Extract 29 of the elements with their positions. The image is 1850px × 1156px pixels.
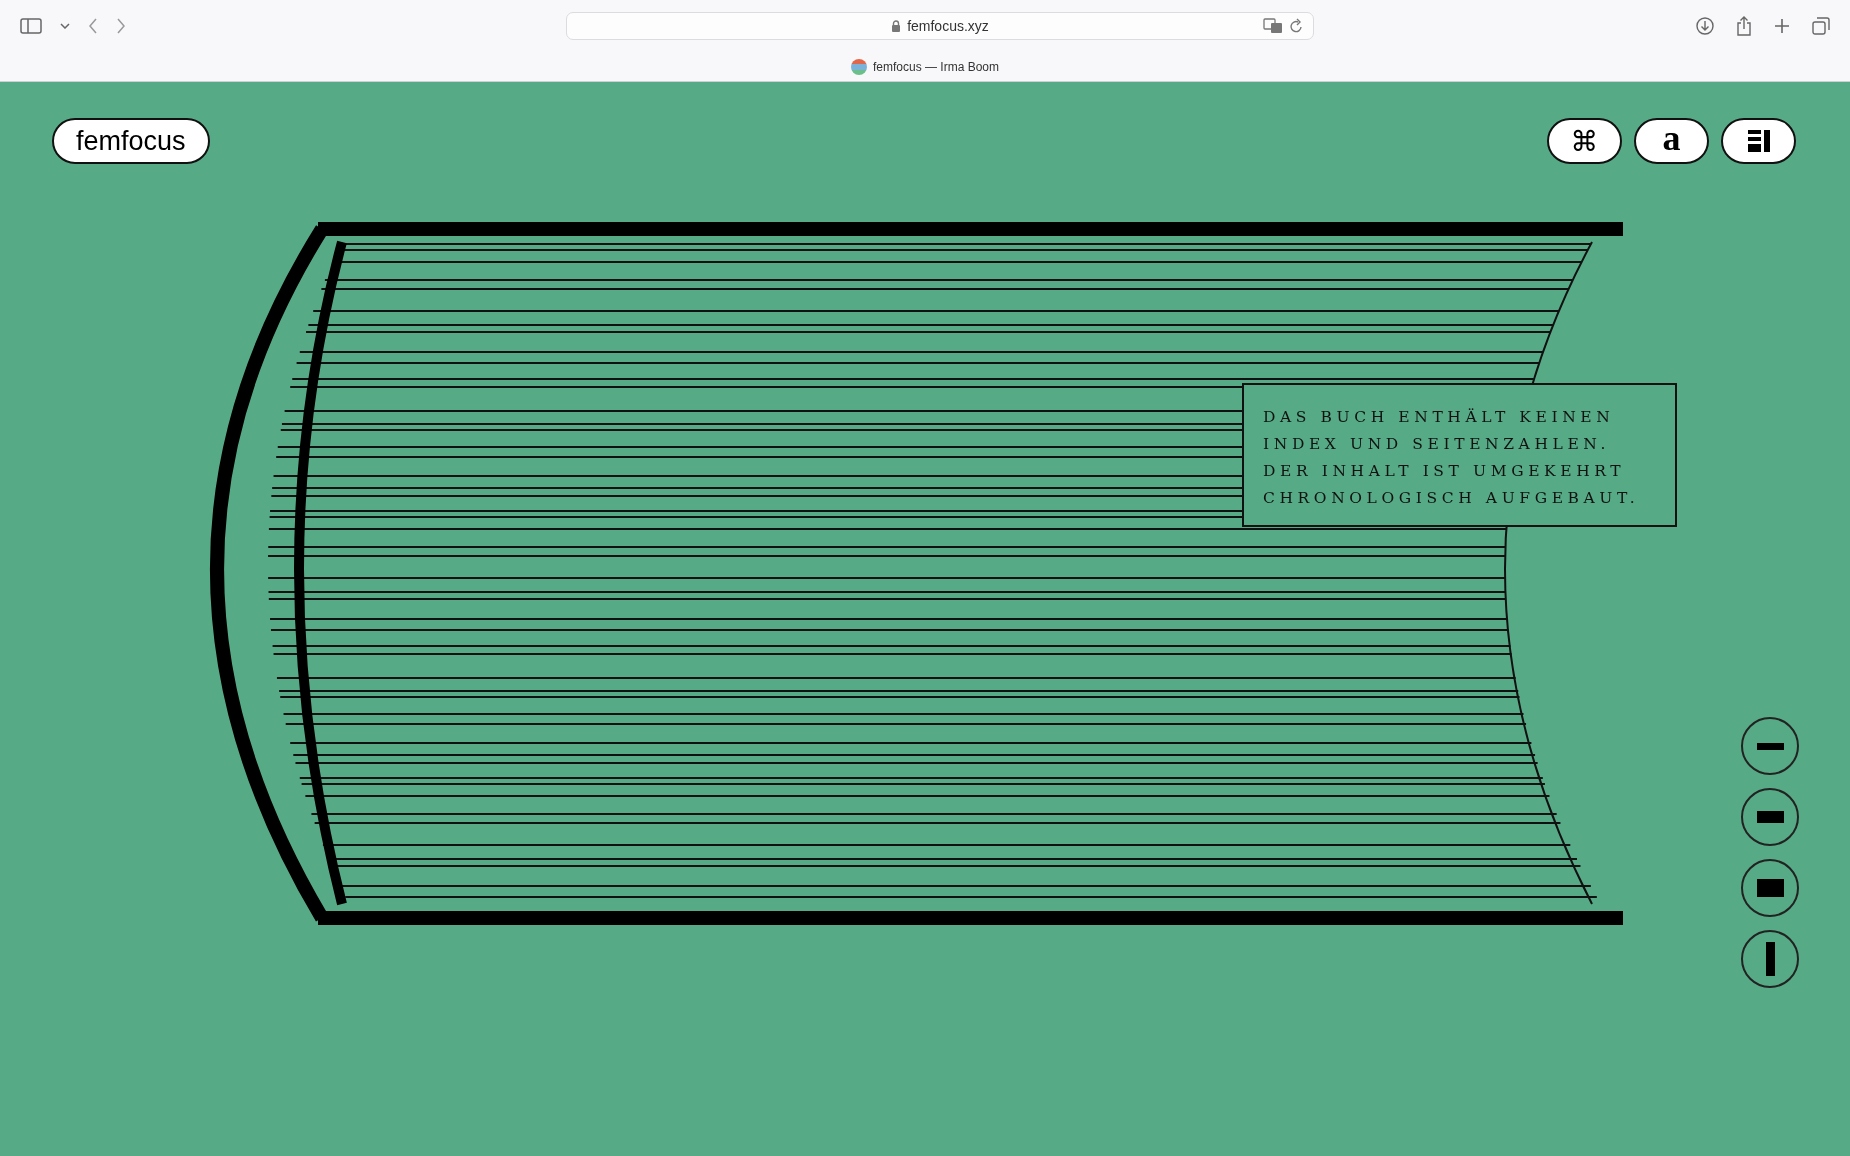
address-bar[interactable]: femfocus.xyz bbox=[566, 12, 1314, 40]
bar-icon bbox=[1756, 811, 1784, 823]
bar-icon bbox=[1756, 879, 1784, 897]
zoom-level-button[interactable] bbox=[1741, 930, 1799, 988]
zoom-level-button[interactable] bbox=[1741, 717, 1799, 775]
url-text: femfocus.xyz bbox=[907, 18, 989, 34]
layout-icon bbox=[1747, 130, 1770, 152]
download-icon[interactable] bbox=[1696, 17, 1714, 35]
layout-button[interactable] bbox=[1721, 118, 1796, 164]
bar-icon bbox=[1765, 942, 1775, 976]
logo-link[interactable]: femfocus bbox=[52, 118, 210, 164]
info-note: DAS BUCH ENTHÄLT KEINEN INDEX UND SEITENZAHLEN. DER INHALT IST UMGEKEHRT CHRONOLOGISCH AUFGEBAUT. bbox=[1242, 383, 1677, 527]
command-button[interactable]: ⌘ bbox=[1547, 118, 1622, 164]
translate-icon[interactable] bbox=[1263, 18, 1283, 34]
forward-icon[interactable] bbox=[116, 18, 126, 34]
sidebar-icon[interactable] bbox=[20, 18, 42, 34]
zoom-level-button[interactable] bbox=[1741, 788, 1799, 846]
tab-title[interactable]: femfocus — Irma Boom bbox=[872, 59, 999, 74]
reload-icon[interactable] bbox=[1289, 18, 1303, 34]
chevron-down-icon[interactable] bbox=[60, 23, 70, 29]
bar-icon bbox=[1756, 742, 1784, 750]
share-icon[interactable] bbox=[1736, 16, 1752, 36]
lock-icon bbox=[891, 20, 902, 32]
plus-icon[interactable] bbox=[1774, 18, 1790, 34]
zoom-level-button[interactable] bbox=[1741, 859, 1799, 917]
favicon-icon bbox=[850, 58, 867, 75]
font-button[interactable]: a bbox=[1634, 118, 1709, 164]
tabs-icon[interactable] bbox=[1812, 17, 1830, 35]
back-icon[interactable] bbox=[88, 18, 98, 34]
